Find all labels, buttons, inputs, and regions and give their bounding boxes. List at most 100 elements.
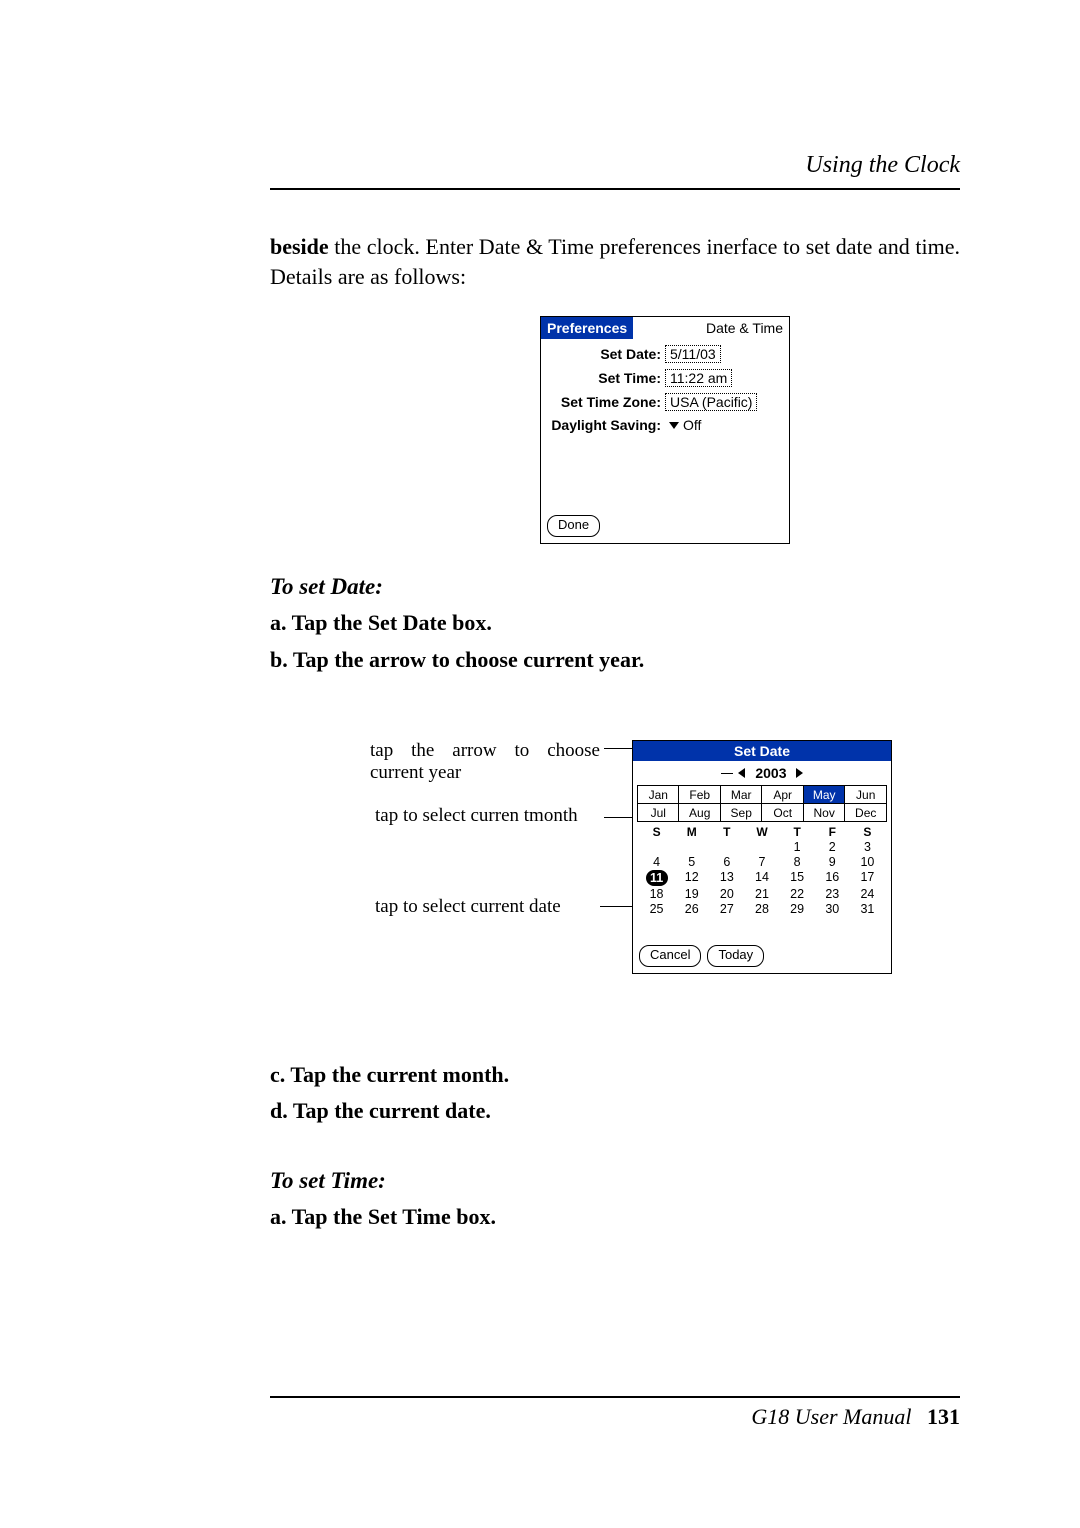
month-cell-selected[interactable]: May — [803, 786, 844, 804]
month-cell[interactable]: Oct — [762, 804, 803, 822]
set-date-field[interactable]: 5/11/03 — [665, 345, 721, 363]
set-time-field[interactable]: 11:22 am — [665, 369, 732, 387]
date-cell — [709, 840, 744, 854]
step-date-c: c. Tap the current month. — [270, 1062, 509, 1088]
date-cell[interactable]: 10 — [850, 855, 885, 869]
step-time-a: a. Tap the Set Time box. — [270, 1204, 496, 1230]
date-cell[interactable]: 19 — [674, 887, 709, 901]
date-cell[interactable]: 16 — [815, 870, 850, 886]
daylight-label: Daylight Saving: — [541, 417, 665, 433]
prefs-row-daylight: Daylight Saving: Off — [541, 417, 789, 433]
date-cell[interactable]: 15 — [780, 870, 815, 886]
preferences-screenshot: Preferences Date & Time Set Date: 5/11/0… — [540, 316, 790, 544]
month-cell[interactable]: Dec — [845, 804, 887, 822]
date-cell[interactable]: 7 — [744, 855, 779, 869]
intro-bold-word: beside — [270, 234, 329, 259]
intro-paragraph: beside the clock. Enter Date & Time pref… — [270, 232, 960, 291]
arrow-right-icon[interactable] — [796, 768, 803, 778]
date-cell — [674, 840, 709, 854]
chevron-down-icon — [669, 422, 679, 429]
month-cell[interactable]: Feb — [679, 786, 720, 804]
dow-cell: T — [780, 825, 815, 839]
dow-cell: M — [674, 825, 709, 839]
set-date-label: Set Date: — [541, 346, 665, 362]
day-of-week-header: S M T W T F S — [639, 825, 885, 839]
date-cell[interactable]: 5 — [674, 855, 709, 869]
month-cell[interactable]: Aug — [679, 804, 720, 822]
callout-line — [604, 817, 634, 818]
date-cell[interactable]: 28 — [744, 902, 779, 916]
document-page: Using the Clock beside the clock. Enter … — [0, 0, 1080, 1528]
footer-divider — [270, 1396, 960, 1398]
date-cell[interactable]: 24 — [850, 887, 885, 901]
month-cell[interactable]: Jan — [638, 786, 679, 804]
month-cell[interactable]: Jul — [638, 804, 679, 822]
annotation-month: tap to select curren tmonth — [375, 805, 605, 827]
header-divider — [270, 188, 960, 190]
year-selector: 2003 — [633, 761, 891, 783]
daylight-dropdown[interactable]: Off — [665, 417, 705, 433]
callout-hook — [721, 773, 733, 774]
date-cell[interactable]: 1 — [780, 840, 815, 854]
date-cell[interactable]: 8 — [780, 855, 815, 869]
date-cell[interactable]: 21 — [744, 887, 779, 901]
prefs-row-set-date: Set Date: 5/11/03 — [541, 345, 789, 363]
prefs-title-left: Preferences — [541, 317, 633, 339]
date-cell[interactable]: 6 — [709, 855, 744, 869]
date-cell[interactable]: 27 — [709, 902, 744, 916]
dow-cell: F — [815, 825, 850, 839]
set-time-label: Set Time: — [541, 370, 665, 386]
arrow-left-icon[interactable] — [738, 768, 745, 778]
date-cell — [639, 840, 674, 854]
annotation-date: tap to select current date — [375, 896, 605, 918]
page-number: 131 — [917, 1404, 960, 1429]
date-cell[interactable]: 4 — [639, 855, 674, 869]
annotation-year: tap the arrow to choose current year — [370, 740, 600, 784]
month-cell[interactable]: Jun — [845, 786, 887, 804]
month-cell[interactable]: Apr — [762, 786, 803, 804]
year-value: 2003 — [749, 765, 792, 781]
date-cell-selected[interactable]: 11 — [646, 870, 668, 886]
date-cell[interactable]: 12 — [674, 870, 709, 886]
prefs-row-set-time: Set Time: 11:22 am — [541, 369, 789, 387]
daylight-value: Off — [683, 417, 701, 433]
month-cell[interactable]: Mar — [720, 786, 761, 804]
dow-cell: S — [850, 825, 885, 839]
date-cell[interactable]: 14 — [744, 870, 779, 886]
date-cell[interactable]: 11 — [639, 870, 674, 886]
date-cell[interactable]: 23 — [815, 887, 850, 901]
date-cell[interactable]: 29 — [780, 902, 815, 916]
date-cell[interactable]: 30 — [815, 902, 850, 916]
intro-text: the clock. Enter Date & Time preferences… — [270, 234, 960, 289]
prefs-row-set-timezone: Set Time Zone: USA (Pacific) — [541, 393, 789, 411]
month-cell[interactable]: Nov — [803, 804, 844, 822]
date-cell[interactable]: 20 — [709, 887, 744, 901]
date-cell[interactable]: 25 — [639, 902, 674, 916]
prefs-titlebar: Preferences Date & Time — [541, 317, 789, 339]
date-cell[interactable]: 31 — [850, 902, 885, 916]
date-cell[interactable]: 13 — [709, 870, 744, 886]
date-cell[interactable]: 17 — [850, 870, 885, 886]
set-date-title: Set Date — [633, 741, 891, 761]
step-date-d: d. Tap the current date. — [270, 1098, 491, 1124]
dow-cell: W — [744, 825, 779, 839]
date-cell[interactable]: 3 — [850, 840, 885, 854]
set-date-screenshot: Set Date 2003 Jan Feb Mar Apr May Jun Ju… — [632, 740, 892, 974]
step-date-a: a. Tap the Set Date box. — [270, 610, 492, 636]
date-cell[interactable]: 18 — [639, 887, 674, 901]
month-cell[interactable]: Sep — [720, 804, 761, 822]
date-cell[interactable]: 26 — [674, 902, 709, 916]
today-button[interactable]: Today — [707, 945, 764, 967]
dow-cell: T — [709, 825, 744, 839]
date-cell[interactable]: 9 — [815, 855, 850, 869]
set-timezone-label: Set Time Zone: — [541, 394, 665, 410]
done-button[interactable]: Done — [547, 515, 600, 537]
date-cell[interactable]: 22 — [780, 887, 815, 901]
date-cell[interactable]: 2 — [815, 840, 850, 854]
manual-name: G18 User Manual — [751, 1404, 911, 1429]
set-timezone-field[interactable]: USA (Pacific) — [665, 393, 757, 411]
cancel-button[interactable]: Cancel — [639, 945, 701, 967]
date-cell — [744, 840, 779, 854]
step-date-b: b. Tap the arrow to choose current year. — [270, 647, 644, 673]
date-grid: 1234567891011121314151617181920212223242… — [639, 840, 885, 916]
